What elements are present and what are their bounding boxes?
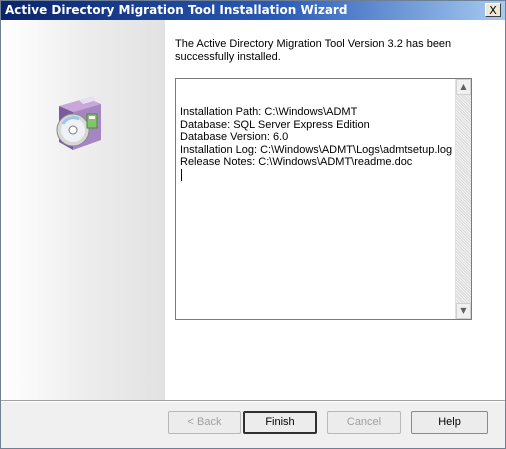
wizard-window: Active Directory Migration Tool Installa… — [0, 0, 506, 449]
success-message: The Active Directory Migration Tool Vers… — [175, 38, 452, 63]
scroll-down-button[interactable]: ▼ — [456, 303, 471, 319]
back-button[interactable]: < Back — [168, 411, 241, 434]
close-button[interactable]: X — [485, 3, 501, 17]
scroll-track[interactable] — [456, 95, 471, 303]
button-bar: < Back Finish Cancel Help — [1, 402, 505, 448]
details-line-database: Database: SQL Server Express Edition — [180, 118, 370, 131]
cancel-button[interactable]: Cancel — [327, 411, 401, 434]
details-line-database-version: Database Version: 6.0 — [180, 131, 289, 143]
title-bar[interactable]: Active Directory Migration Tool Installa… — [1, 1, 505, 20]
details-line-release-notes: Release Notes: C:\Windows\ADMT\readme.do… — [180, 156, 413, 168]
details-line-install-path: Installation Path: C:\Windows\ADMT — [180, 106, 358, 118]
details-line-install-log: Installation Log: C:\Windows\ADMT\Logs\a… — [180, 143, 453, 156]
vertical-scrollbar[interactable]: ▲ ▼ — [455, 79, 471, 319]
window-title: Active Directory Migration Tool Installa… — [5, 3, 348, 17]
finish-button[interactable]: Finish — [243, 411, 317, 434]
wizard-side-panel — [1, 20, 165, 400]
installer-package-icon — [56, 96, 101, 150]
help-button[interactable]: Help — [411, 411, 488, 434]
details-lines: Installation Path: C:\Windows\ADMT Datab… — [180, 106, 452, 181]
installation-details-textbox[interactable]: Installation Path: C:\Windows\ADMT Datab… — [175, 78, 472, 320]
scroll-up-button[interactable]: ▲ — [456, 79, 471, 95]
text-caret — [181, 168, 182, 181]
